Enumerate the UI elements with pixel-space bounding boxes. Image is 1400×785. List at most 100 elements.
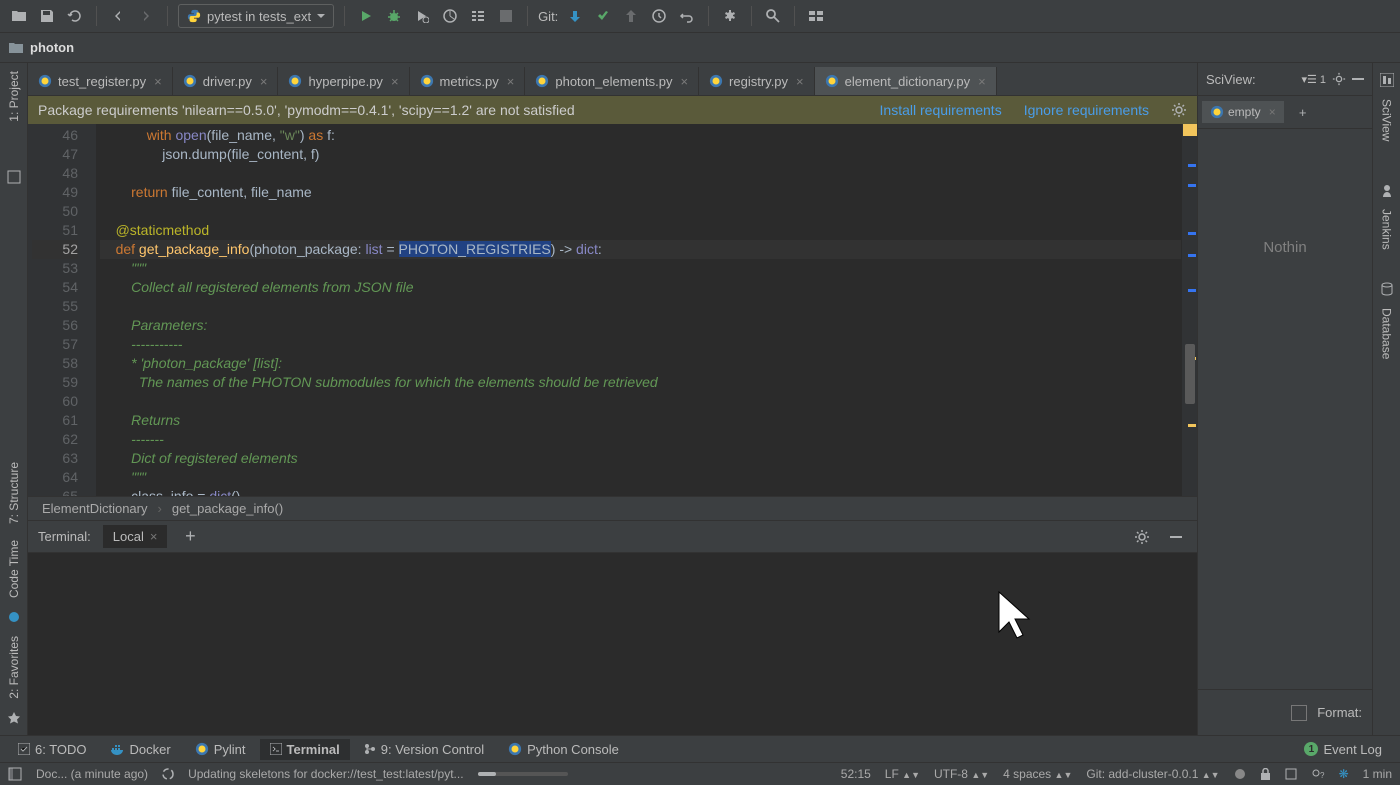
git-compare-icon[interactable] xyxy=(620,5,642,27)
hide-terminal-icon[interactable] xyxy=(1165,526,1187,548)
close-icon[interactable]: × xyxy=(260,74,268,89)
codetime-status-icon[interactable]: ❋ xyxy=(1339,767,1349,781)
sciview-title: SciView: xyxy=(1206,72,1256,87)
pylint-tab[interactable]: Pylint xyxy=(185,739,256,760)
project-name[interactable]: photon xyxy=(30,40,74,55)
profile-icon[interactable] xyxy=(439,5,461,27)
search-icon[interactable] xyxy=(762,5,784,27)
terminal-tool-window: Terminal: Local× + xyxy=(28,520,1197,735)
vcs-tab[interactable]: 9: Version Control xyxy=(354,739,494,760)
tab-driver[interactable]: driver.py× xyxy=(173,67,279,95)
lock-icon[interactable] xyxy=(1260,768,1271,780)
codetime-icon[interactable] xyxy=(3,606,25,628)
favorites-tool-tab[interactable]: 2: Favorites xyxy=(3,628,25,707)
codetime-duration[interactable]: 1 min xyxy=(1363,767,1392,781)
close-icon[interactable]: × xyxy=(796,74,804,89)
line-gutter: 4647484950515253545556575859606162636465 xyxy=(28,124,96,496)
tab-element-dictionary[interactable]: element_dictionary.py× xyxy=(815,67,997,95)
tab-photon-elements[interactable]: photon_elements.py× xyxy=(525,67,699,95)
close-icon[interactable]: × xyxy=(391,74,399,89)
forward-icon[interactable] xyxy=(135,5,157,27)
docker-tab[interactable]: Docker xyxy=(101,739,181,760)
tab-test-register[interactable]: test_register.py× xyxy=(28,67,173,95)
tab-metrics[interactable]: metrics.py× xyxy=(410,67,526,95)
terminal-tab[interactable]: Terminal xyxy=(260,739,350,760)
status-doc[interactable]: Doc... (a minute ago) xyxy=(36,767,148,781)
codetime-tool-tab[interactable]: Code Time xyxy=(3,532,25,606)
sciview-checkbox[interactable] xyxy=(1291,705,1307,721)
inspection-icon[interactable]: ? xyxy=(1311,768,1325,780)
sciview-side-tab[interactable]: SciView xyxy=(1376,91,1398,149)
status-background-task[interactable]: Updating skeletons for docker://test_tes… xyxy=(188,767,463,781)
interpreter-icon[interactable] xyxy=(1234,768,1246,780)
line-separator[interactable]: LF ▲▼ xyxy=(885,767,920,781)
sciview-hide-icon[interactable] xyxy=(1352,73,1364,85)
add-sciview-tab-icon[interactable]: + xyxy=(1292,101,1314,123)
run-coverage-icon[interactable] xyxy=(411,5,433,27)
jenkins-icon[interactable] xyxy=(1376,179,1398,201)
folder-icon xyxy=(8,40,24,56)
todo-tab[interactable]: 6: TODO xyxy=(8,739,97,760)
banner-message: Package requirements 'nilearn==0.5.0', '… xyxy=(38,102,575,118)
close-icon[interactable]: × xyxy=(680,74,688,89)
tab-registry[interactable]: registry.py× xyxy=(699,67,815,95)
sciview-tab-empty[interactable]: empty × xyxy=(1202,101,1284,123)
sciview-toggle-icon[interactable] xyxy=(1376,69,1398,91)
breadcrumb-method[interactable]: get_package_info() xyxy=(172,501,283,516)
caret-position[interactable]: 52:15 xyxy=(841,767,871,781)
git-revert-icon[interactable] xyxy=(676,5,698,27)
save-icon[interactable] xyxy=(36,5,58,27)
ide-features-icon[interactable] xyxy=(805,5,827,27)
indent-setting[interactable]: 4 spaces ▲▼ xyxy=(1003,767,1072,781)
jenkins-side-tab[interactable]: Jenkins xyxy=(1376,201,1398,258)
close-icon[interactable]: × xyxy=(150,529,158,544)
breadcrumb: ElementDictionary › get_package_info() xyxy=(28,496,1197,520)
stop-icon[interactable] xyxy=(495,5,517,27)
python-console-tab[interactable]: Python Console xyxy=(498,739,629,760)
close-icon[interactable]: × xyxy=(1269,105,1276,119)
code-editor[interactable]: 4647484950515253545556575859606162636465… xyxy=(28,124,1197,496)
status-processes-icon[interactable] xyxy=(8,767,22,781)
file-encoding[interactable]: UTF-8 ▲▼ xyxy=(934,767,989,781)
back-icon[interactable] xyxy=(107,5,129,27)
close-icon[interactable]: × xyxy=(507,74,515,89)
add-terminal-icon[interactable]: + xyxy=(179,526,201,548)
settings-icon[interactable] xyxy=(719,5,741,27)
close-icon[interactable]: × xyxy=(978,74,986,89)
database-side-tab[interactable]: Database xyxy=(1376,300,1398,367)
sciview-tool-window: SciView: ▾☰ 1 empty × + Nothin Format: xyxy=(1197,63,1372,735)
git-branch[interactable]: Git: add-cluster-0.0.1 ▲▼ xyxy=(1086,767,1219,781)
sciview-settings-icon[interactable] xyxy=(1332,72,1346,86)
event-log-tab[interactable]: 1Event Log xyxy=(1294,739,1392,760)
git-commit-icon[interactable] xyxy=(592,5,614,27)
concurrency-icon[interactable] xyxy=(467,5,489,27)
sciview-body: Nothin xyxy=(1198,129,1372,689)
terminal-settings-icon[interactable] xyxy=(1131,526,1153,548)
run-configuration-selector[interactable]: pytest in tests_ext xyxy=(178,4,334,28)
terminal-tab-local[interactable]: Local× xyxy=(103,525,168,548)
project-tool-tab[interactable]: 1: Project xyxy=(3,63,25,130)
refresh-icon[interactable] xyxy=(64,5,86,27)
status-spinner-icon xyxy=(162,768,174,780)
install-requirements-link[interactable]: Install requirements xyxy=(880,102,1002,118)
code-area[interactable]: with open(file_name, "w") as f: json.dum… xyxy=(96,124,1197,496)
requirements-banner: Package requirements 'nilearn==0.5.0', '… xyxy=(28,96,1197,124)
banner-settings-icon[interactable] xyxy=(1171,102,1187,118)
git-history-icon[interactable] xyxy=(648,5,670,27)
git-update-icon[interactable] xyxy=(564,5,586,27)
close-icon[interactable]: × xyxy=(154,74,162,89)
error-stripe[interactable] xyxy=(1181,124,1197,496)
database-icon[interactable] xyxy=(1376,278,1398,300)
svg-text:?: ? xyxy=(1320,771,1325,780)
tab-hyperpipe[interactable]: hyperpipe.py× xyxy=(278,67,409,95)
open-icon[interactable] xyxy=(8,5,30,27)
memory-icon[interactable] xyxy=(1285,768,1297,780)
structure-tool-tab[interactable]: 7: Structure xyxy=(3,454,25,532)
sciview-list-icon[interactable]: ▾☰ 1 xyxy=(1301,73,1326,86)
project-files-icon[interactable] xyxy=(3,166,25,188)
run-icon[interactable] xyxy=(355,5,377,27)
ignore-requirements-link[interactable]: Ignore requirements xyxy=(1024,102,1149,118)
terminal-body[interactable] xyxy=(28,553,1197,735)
breadcrumb-class[interactable]: ElementDictionary xyxy=(42,501,148,516)
debug-icon[interactable] xyxy=(383,5,405,27)
